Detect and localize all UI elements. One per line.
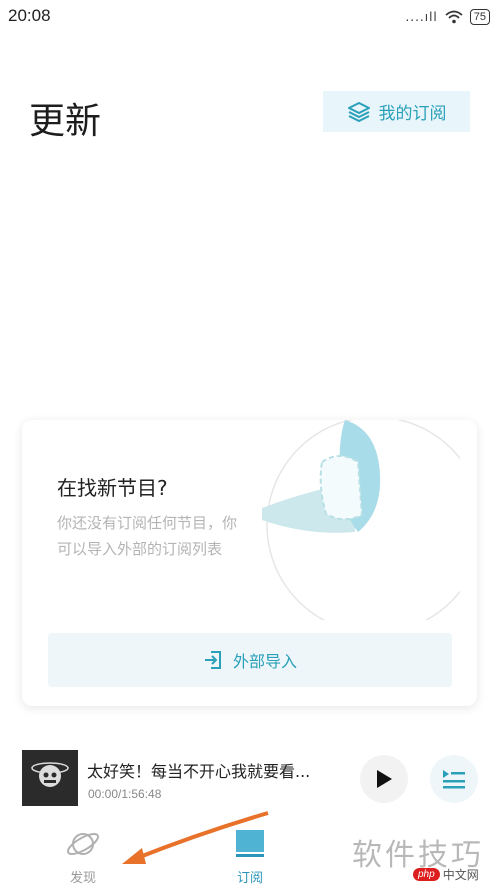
play-button[interactable] [360, 755, 408, 803]
cover-art-icon [22, 750, 78, 806]
external-import-button[interactable]: 外部导入 [48, 633, 452, 687]
playlist-button[interactable] [430, 755, 478, 803]
mini-player[interactable]: 太好笑！每当不开心我就要看... 00:00/1:56:48 [0, 740, 500, 818]
watermark-badge: php 中文网 [413, 866, 479, 883]
external-import-label: 外部导入 [232, 652, 297, 671]
empty-state-title: 在找新节目? [57, 476, 168, 500]
battery-icon: 75 [469, 9, 490, 25]
status-icons: ....ıll 75 [405, 9, 490, 25]
tab-subscriptions[interactable]: 订阅 [215, 826, 285, 886]
tab-discover[interactable]: 发现 [48, 826, 118, 886]
tab-discover-label: 发现 [69, 871, 96, 886]
wifi-icon [445, 10, 463, 24]
status-time: 20:08 [8, 6, 51, 25]
signal-icon: ....ıll [405, 10, 438, 24]
status-bar: 20:08 ....ıll 75 [0, 0, 500, 38]
my-subscriptions-button[interactable]: 我的订阅 [323, 91, 470, 132]
empty-state-description: 你还没有订阅任何节目，你可以导入外部的订阅列表 [57, 514, 238, 558]
tab-subscriptions-label: 订阅 [236, 871, 263, 886]
import-icon [204, 651, 221, 669]
subscriptions-icon [236, 830, 264, 857]
planet-illustration [262, 420, 460, 620]
php-logo: php [413, 868, 440, 881]
empty-state-card: 在找新节目? 你还没有订阅任何节目，你可以导入外部的订阅列表 外部导入 [22, 420, 477, 706]
my-subscriptions-label: 我的订阅 [378, 104, 447, 124]
play-icon [377, 770, 392, 788]
track-title[interactable]: 太好笑！每当不开心我就要看... [87, 758, 347, 782]
podcast-cover[interactable] [22, 750, 78, 806]
track-time: 00:00/1:56:48 [88, 787, 162, 801]
planet-icon [66, 833, 100, 855]
layers-icon [347, 101, 370, 122]
php-brand-text: 中文网 [442, 868, 479, 882]
page-title: 更新 [29, 101, 102, 142]
playlist-icon [443, 770, 465, 789]
